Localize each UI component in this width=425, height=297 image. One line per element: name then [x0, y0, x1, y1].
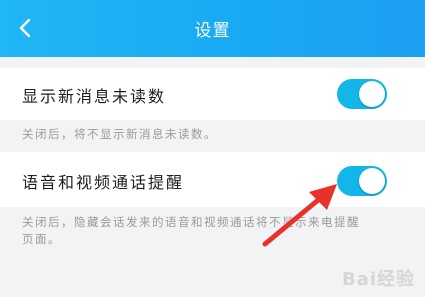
unread-count-toggle[interactable]: [337, 79, 387, 109]
annotation-arrow-icon: [262, 184, 337, 247]
setting-label: 语音和视频通话提醒: [22, 173, 185, 192]
page-title: 设置: [194, 21, 231, 41]
setting-label: 显示新消息未读数: [22, 87, 167, 106]
toggle-knob: [359, 168, 385, 194]
setting-hint: 关闭后，将不显示新消息未读数。: [22, 127, 217, 141]
watermark: Bai经验: [341, 269, 415, 290]
setting-row-call-reminder: 语音和视频通话提醒: [0, 152, 425, 207]
setting-row-unread-count: 显示新消息未读数: [0, 68, 425, 120]
toggle-knob: [359, 81, 385, 107]
header-bar: 设置: [0, 0, 425, 57]
